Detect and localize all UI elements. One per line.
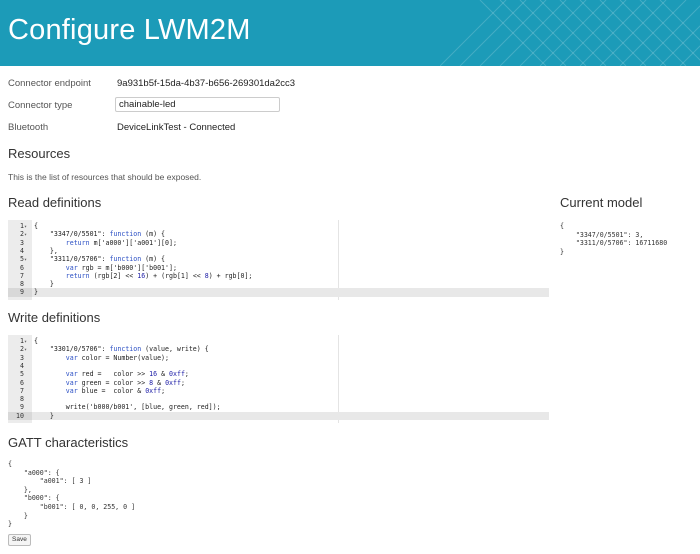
code-line[interactable]: 3 return m['a000']['a001'][0]; <box>8 239 549 247</box>
code-line[interactable]: 5▾ "3311/0/5706": function (m) { <box>8 255 549 263</box>
line-number: 5 <box>8 370 32 378</box>
line-number: 6 <box>8 264 32 272</box>
code-line[interactable]: 2▾ "3301/0/5706": function (value, write… <box>8 345 549 353</box>
page-title: Configure LWM2M <box>8 14 251 46</box>
code-line[interactable]: 4 }, <box>8 247 549 255</box>
line-number-text: 7 <box>20 271 24 280</box>
line-number: 9 <box>8 403 32 411</box>
code-line[interactable]: 10 } <box>8 411 549 420</box>
line-number: 9 <box>8 288 32 297</box>
code-text: var blue = color & 0xff; <box>65 386 166 395</box>
code-text: } <box>34 280 54 289</box>
write-definitions-editor[interactable]: 1▾{2▾ "3301/0/5706": function (value, wr… <box>8 335 549 423</box>
read-definitions-heading: Read definitions <box>8 195 102 210</box>
connector-type-input[interactable]: chainable-led <box>115 97 280 112</box>
endpoint-label: Connector endpoint <box>8 78 91 89</box>
line-number: 4 <box>8 362 32 370</box>
code-line[interactable]: 6 var rgb = m['b000']['b001']; <box>8 264 549 272</box>
line-number: 7 <box>8 387 32 395</box>
line-number-text: 3 <box>20 238 24 247</box>
code-line[interactable]: 8 } <box>8 280 549 288</box>
line-number-text: 2 <box>20 345 24 354</box>
line-number-text: 9 <box>20 403 24 412</box>
line-number: 7 <box>8 272 32 280</box>
line-number-text: 3 <box>20 353 24 362</box>
line-number-text: 8 <box>20 280 24 289</box>
code-text: var color = Number(value); <box>65 353 169 362</box>
line-number-text: 1 <box>20 337 24 345</box>
line-number-text: 7 <box>20 386 24 395</box>
read-definitions-editor[interactable]: 1▾{2▾ "3347/0/5501": function (m) {3 ret… <box>8 220 549 300</box>
code-line[interactable]: 1▾{ <box>8 222 549 230</box>
code-text: } <box>34 411 54 420</box>
line-number: 3 <box>8 239 32 247</box>
code-text: { <box>34 337 38 345</box>
bluetooth-status: DeviceLinkTest - Connected <box>117 122 236 133</box>
line-number-text: 5 <box>20 370 24 379</box>
line-number: 8 <box>8 395 32 403</box>
code-text: var green = color >> 8 & 0xff; <box>65 378 185 387</box>
resources-description: This is the list of resources that shoul… <box>8 172 202 182</box>
line-number-text: 9 <box>20 288 24 297</box>
code-line[interactable]: 8 <box>8 395 549 403</box>
resources-heading: Resources <box>8 146 71 161</box>
line-number-text: 4 <box>20 361 24 370</box>
bluetooth-label: Bluetooth <box>8 122 49 133</box>
code-text: } <box>34 288 38 297</box>
code-line[interactable]: 2▾ "3347/0/5501": function (m) { <box>8 230 549 238</box>
code-text: }, <box>34 246 58 255</box>
line-number: 10 <box>8 411 32 420</box>
line-number-text: 8 <box>20 395 24 404</box>
code-text: return (rgb[2] << 16) + (rgb[1] << 8) + … <box>65 271 253 280</box>
write-definitions-heading: Write definitions <box>8 310 101 325</box>
code-text: var rgb = m['b000']['b001']; <box>65 263 177 272</box>
line-number-text: 2 <box>20 230 24 239</box>
current-model-heading: Current model <box>560 195 643 210</box>
code-text: { <box>34 222 38 230</box>
code-line[interactable]: 4 <box>8 362 549 370</box>
line-number: 8 <box>8 280 32 288</box>
code-line[interactable]: 6 var green = color >> 8 & 0xff; <box>8 379 549 387</box>
code-text: return m['a000']['a001'][0]; <box>65 238 177 247</box>
code-line[interactable]: 9} <box>8 288 549 297</box>
header-pattern <box>440 0 700 66</box>
endpoint-value: 9a931b5f-15da-4b37-b656-269301da2cc3 <box>117 78 296 89</box>
line-number-text: 10 <box>16 411 24 420</box>
line-number-text: 5 <box>20 255 24 264</box>
code-text: "3347/0/5501": function (m) { <box>34 230 166 239</box>
code-line[interactable]: 9 write('b000/b001', [blue, green, red])… <box>8 403 549 411</box>
gatt-heading: GATT characteristics <box>8 435 129 450</box>
code-text: "3301/0/5706": function (value, write) { <box>34 345 209 354</box>
page-header: Configure LWM2M <box>0 0 700 66</box>
line-number: 6 <box>8 379 32 387</box>
connector-type-label: Connector type <box>8 100 73 111</box>
save-button[interactable]: Save <box>8 534 31 546</box>
code-line[interactable]: 1▾{ <box>8 337 549 345</box>
line-number-text: 4 <box>20 246 24 255</box>
line-number-text: 1 <box>20 222 24 230</box>
code-line[interactable]: 5 var red = color >> 16 & 0xff; <box>8 370 549 378</box>
line-number-text: 6 <box>20 378 24 387</box>
current-model-json: { "3347/0/5501": 3, "3311/0/5706": 16711… <box>560 222 668 256</box>
code-line[interactable]: 3 var color = Number(value); <box>8 354 549 362</box>
line-number: 4 <box>8 247 32 255</box>
code-line[interactable]: 7 var blue = color & 0xff; <box>8 387 549 395</box>
code-text: "3311/0/5706": function (m) { <box>34 255 166 264</box>
line-number-text: 6 <box>20 263 24 272</box>
code-text: write('b000/b001', [blue, green, red]); <box>34 403 221 412</box>
code-text: var red = color >> 16 & 0xff; <box>65 370 189 379</box>
gatt-characteristics-json: { "a000": { "a001": [ 3 ] }, "b000": { "… <box>8 460 136 529</box>
line-number: 3 <box>8 354 32 362</box>
code-line[interactable]: 7 return (rgb[2] << 16) + (rgb[1] << 8) … <box>8 272 549 280</box>
